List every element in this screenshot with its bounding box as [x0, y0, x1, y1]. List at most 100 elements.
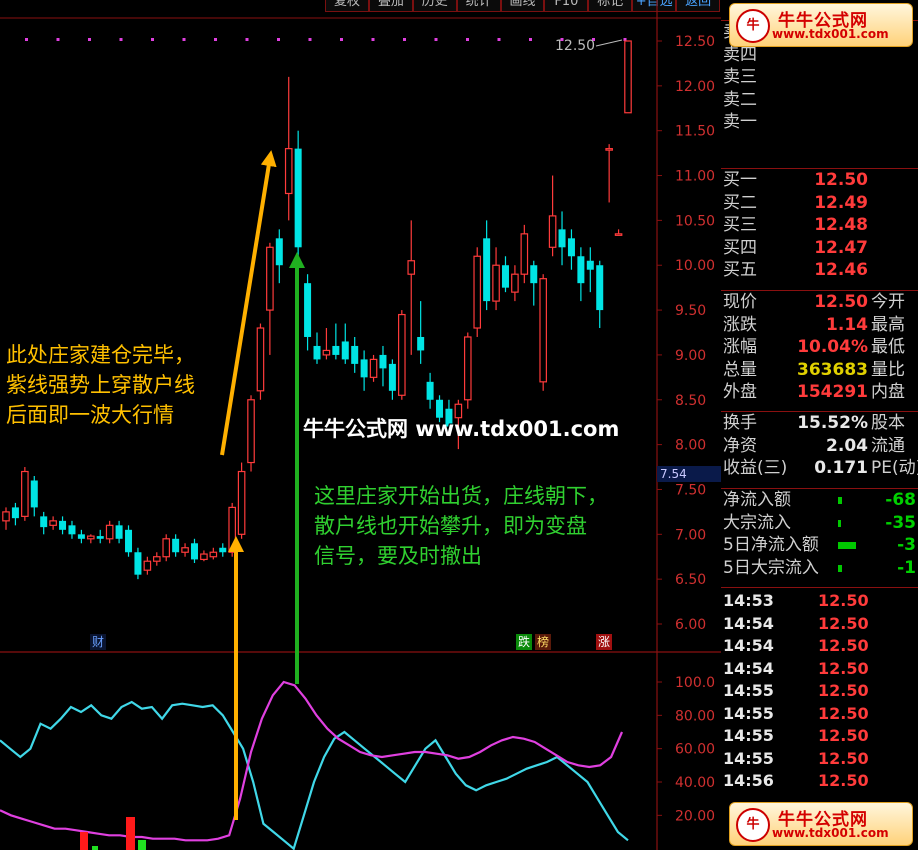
fundamental-label-2: 股本	[871, 413, 905, 433]
candle	[11, 502, 19, 526]
price-tick-label: 6.50	[675, 572, 706, 588]
buy-price: 12.50	[814, 170, 868, 190]
candle-body	[49, 520, 57, 526]
signal-dot	[277, 38, 280, 41]
sell-label: 卖一	[723, 112, 757, 132]
watermark-badge-bottom: 牛 牛牛公式网 www.tdx001.com	[729, 802, 913, 846]
indicator-panel: 100.0 80.00 60.00 40.00 20.00	[0, 675, 715, 850]
watermark-url: www.tdx001.com	[772, 27, 889, 41]
candle	[407, 220, 416, 355]
candle	[567, 229, 575, 270]
trade-row: 14:55 12.50	[721, 680, 918, 703]
sell-row[interactable]: 卖二	[721, 89, 918, 112]
candle	[511, 265, 519, 302]
candle-body	[614, 233, 623, 236]
buy-row[interactable]: 买二 12.49	[721, 192, 918, 215]
price-tick-label: 11.00	[675, 169, 715, 185]
annotation-right-line: 这里庄家开始出货，庄线朝下，	[314, 484, 608, 508]
candle-body	[256, 327, 265, 392]
price-tick-label: 6.00	[675, 617, 706, 633]
trade-time: 14:55	[723, 726, 774, 745]
volume-bar	[138, 840, 146, 850]
cow-logo-icon: 牛	[736, 808, 770, 842]
candle-body	[577, 256, 585, 284]
candle-body	[341, 341, 349, 360]
signal-dot	[340, 38, 343, 41]
center-watermark: 牛牛公式网 www.tdx001.com	[303, 417, 620, 441]
trade-price: 12.50	[818, 748, 869, 768]
trade-row: 14:54 12.50	[721, 635, 918, 658]
signal-dot	[151, 38, 154, 41]
indicator-tick-label: 80.00	[675, 708, 715, 724]
candle	[483, 220, 491, 311]
candle-body	[105, 524, 114, 540]
candle-body	[539, 278, 547, 383]
candle	[40, 511, 48, 535]
trade-price: 12.50	[818, 658, 869, 678]
flow-row: 5日大宗流入 -1	[721, 557, 918, 580]
candle	[143, 556, 152, 575]
candle	[530, 260, 538, 306]
price-tick-label: 11.50	[675, 124, 715, 140]
tick-trades[interactable]: 14:53 12.50 14:54 12.50 14:54 12.50 14:54 12.50…	[721, 587, 918, 793]
candle	[125, 525, 133, 557]
flow-row: 净流入额 -68	[721, 489, 918, 512]
candle	[294, 130, 302, 257]
candle-body	[11, 507, 19, 519]
candle-body	[21, 470, 29, 517]
candle-body	[426, 381, 434, 400]
candle	[237, 462, 246, 539]
quote-label-2: 内盘	[871, 382, 905, 402]
candle-body	[275, 238, 283, 266]
sell-row[interactable]: 卖一	[721, 111, 918, 134]
quote-row: 涨幅 10.04% 最低	[721, 336, 918, 359]
candle	[162, 534, 171, 562]
quote-panel: 卖五卖四卖三卖二卖一 买一12.50买二12.49买三12.48买四12.47买…	[721, 0, 918, 850]
price-callout-value: 12.50	[555, 38, 596, 54]
buy-price: 12.46	[814, 260, 868, 280]
candle-body	[77, 534, 85, 539]
trade-price: 12.50	[818, 613, 869, 633]
candle	[266, 242, 274, 355]
buy-row[interactable]: 买一 12.50	[721, 169, 918, 192]
trade-time: 14:54	[723, 658, 774, 678]
candle	[520, 224, 529, 284]
candle	[558, 211, 566, 266]
candle	[614, 229, 623, 236]
buy-price: 12.48	[814, 215, 868, 235]
chip-cai[interactable]: 财	[90, 634, 107, 650]
buy-label: 买五	[723, 260, 757, 280]
candle-body	[492, 264, 500, 302]
candle-body	[284, 148, 293, 195]
candle-body	[398, 313, 406, 396]
candle	[417, 301, 425, 364]
candle	[501, 256, 509, 293]
candle	[134, 547, 142, 580]
candle-body	[294, 148, 302, 248]
candle	[463, 332, 472, 409]
signal-dot	[56, 38, 60, 41]
chip-die[interactable]: 跌	[516, 634, 533, 650]
buy-row[interactable]: 买四 12.47	[721, 237, 918, 260]
signal-dot	[434, 38, 438, 41]
candle	[313, 332, 321, 364]
fundamental-stats: 换手 15.52% 股本 净资 2.04 流通 收益(三) 0.171 PE(动)	[721, 411, 918, 480]
buy-row[interactable]: 买三 12.48	[721, 214, 918, 237]
candle-body	[596, 265, 604, 311]
chip-zhang[interactable]: 涨	[596, 634, 613, 650]
trade-time: 14:55	[723, 681, 774, 700]
candle-body	[96, 536, 104, 539]
price-axis: 12.50 12.00 11.50 11.00 10.50 10.00 9.50 9.00 8.…	[657, 34, 715, 633]
buy-row[interactable]: 买五 12.46	[721, 259, 918, 282]
quote-value: 154291	[797, 382, 868, 402]
candle	[360, 350, 368, 391]
candle-body	[266, 246, 274, 311]
candle-body	[463, 336, 472, 401]
indicator-tick-label: 20.00	[675, 808, 715, 824]
sell-row[interactable]: 卖三	[721, 66, 918, 89]
candle	[539, 274, 547, 391]
candle	[87, 534, 95, 544]
candle	[49, 516, 57, 530]
chip-bang[interactable]: 榜	[535, 634, 552, 650]
quote-row: 现价 12.50 今开	[721, 291, 918, 314]
